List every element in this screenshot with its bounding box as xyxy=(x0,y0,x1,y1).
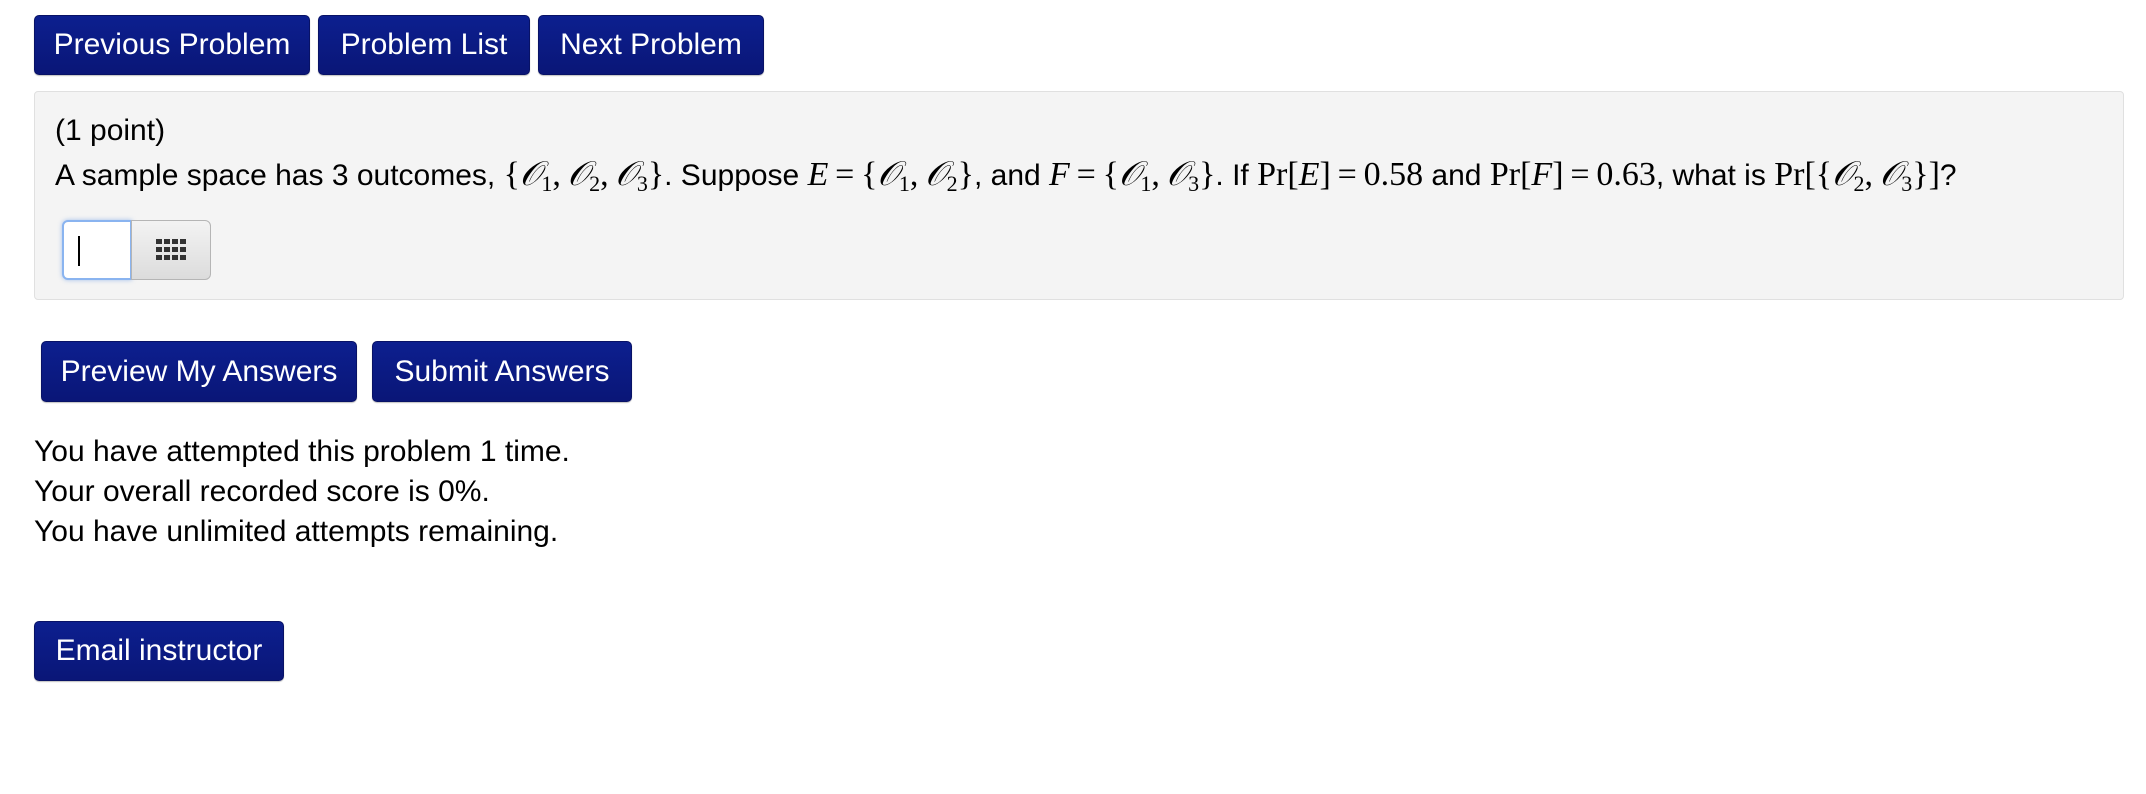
problem-text-part: . If xyxy=(1215,159,1258,192)
problem-text: A sample space has 3 outcomes, {𝒪1, 𝒪2, … xyxy=(55,150,1957,209)
math-query: Pr[{𝒪2, 𝒪3}] xyxy=(1774,156,1940,196)
answer-input[interactable] xyxy=(62,220,132,280)
problem-text-part: . Suppose xyxy=(664,159,808,192)
math-event-f: F = {𝒪1, 𝒪3} xyxy=(1049,156,1216,196)
math-pr-f: Pr[F] = 0.63 xyxy=(1489,156,1656,193)
problem-points: (1 point) xyxy=(55,114,166,147)
attempts-text: You have attempted this problem 1 time. xyxy=(34,435,570,468)
math-pr-e: Pr[E] = 0.58 xyxy=(1257,156,1424,193)
problem-text-part: A sample space has 3 outcomes, xyxy=(55,159,504,192)
submit-answers-button[interactable]: Submit Answers xyxy=(372,341,632,402)
text-caret xyxy=(78,236,80,266)
equation-editor-button[interactable] xyxy=(131,220,211,280)
problem-text-part: , and xyxy=(973,159,1050,192)
previous-problem-button[interactable]: Previous Problem xyxy=(34,15,310,75)
grid-icon xyxy=(156,239,186,260)
email-instructor-button[interactable]: Email instructor xyxy=(34,621,284,681)
preview-answers-button[interactable]: Preview My Answers xyxy=(41,341,357,402)
problem-text-part: , what is xyxy=(1655,159,1775,192)
problem-list-button[interactable]: Problem List xyxy=(318,15,530,75)
problem-text-part: ? xyxy=(1939,159,1957,192)
score-text: Your overall recorded score is 0%. xyxy=(34,475,490,508)
remaining-text: You have unlimited attempts remaining. xyxy=(34,515,559,548)
math-event-e: E = {𝒪1, 𝒪2} xyxy=(807,156,974,196)
answer-field-group xyxy=(62,220,212,280)
problem-box: (1 point) A sample space has 3 outcomes,… xyxy=(34,91,2124,300)
attempt-status: You have attempted this problem 1 time. … xyxy=(34,432,570,552)
math-sample-space: {𝒪1, 𝒪2, 𝒪3} xyxy=(503,156,665,196)
problem-text-part: and xyxy=(1423,159,1490,192)
next-problem-button[interactable]: Next Problem xyxy=(538,15,764,75)
